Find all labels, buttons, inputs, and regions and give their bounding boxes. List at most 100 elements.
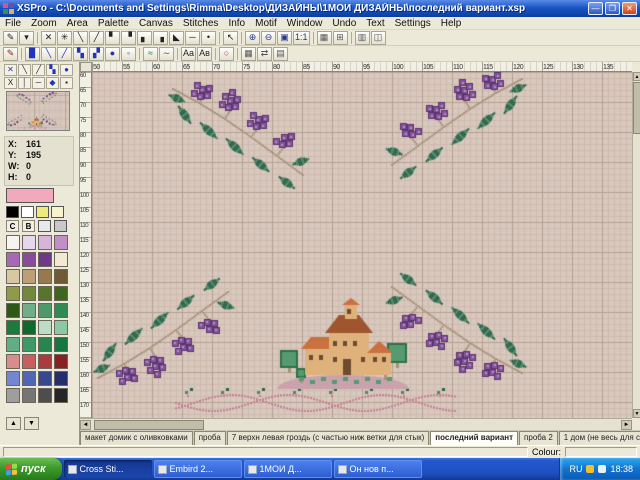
palette-color[interactable] [38,371,52,386]
mini-back-icon[interactable]: ─ [32,77,45,89]
thread-petite-icon[interactable]: ▞ [89,47,104,61]
scroll-up-icon[interactable]: ▲ [633,72,640,81]
palette-color[interactable] [6,235,20,250]
palette-color[interactable] [38,320,52,335]
taskbar-task[interactable]: 1МОИ Д... [244,460,332,478]
start-button[interactable]: пуск [0,458,62,480]
half-stitch-forward-icon[interactable]: ╱ [89,31,104,45]
thread-half-back-icon[interactable]: ╲ [41,47,56,61]
pattern-tab[interactable]: 1 дом (не весь для стыковки) [559,431,640,445]
mini-half-back-icon[interactable]: ╲ [18,64,31,76]
zoom-fit-icon[interactable]: ▣ [277,31,292,45]
palette-color[interactable] [54,303,68,318]
tray-shield-icon[interactable] [586,465,594,473]
quarter-stitch-bl-icon[interactable]: ▖ [137,31,152,45]
mini-cross-alt-icon[interactable]: Х [4,77,17,89]
menu-item-zoom[interactable]: Zoom [26,18,62,29]
backstitch-line-icon[interactable]: ≈ [143,47,158,61]
text-tool-cyrillic-icon[interactable]: Aв [197,47,212,61]
palette-color[interactable] [6,371,20,386]
quick-color-swatch[interactable] [6,206,19,218]
language-indicator[interactable]: RU [569,464,582,474]
menu-item-file[interactable]: File [0,18,26,29]
rulers-toggle-icon[interactable]: ⊞ [333,31,348,45]
palette-color[interactable] [54,252,68,267]
current-color-swatch[interactable] [6,188,54,203]
palette-color[interactable] [54,269,68,284]
blend-color-swatch[interactable] [54,220,67,232]
pattern-tab[interactable]: проба [194,431,226,445]
menu-item-stitches[interactable]: Stitches [178,18,224,29]
mini-long-vert-icon[interactable]: │ [18,77,31,89]
vertical-scroll-thumb[interactable] [633,82,640,134]
marker-tool-icon[interactable]: ✎ [3,47,18,61]
palette-color[interactable] [54,354,68,369]
taskbar-task[interactable]: Cross Sti... [64,460,152,478]
menu-item-help[interactable]: Help [436,18,467,29]
palette-color[interactable] [38,235,52,250]
quarter-stitch-tl-icon[interactable]: ▘ [105,31,120,45]
palette-color[interactable] [22,371,36,386]
menu-item-canvas[interactable]: Canvas [134,18,178,29]
menu-item-area[interactable]: Area [62,18,93,29]
taskbar-task[interactable]: Embird 2... [154,460,242,478]
double-cross-stitch-icon[interactable]: ✳ [57,31,72,45]
palette-color[interactable] [54,371,68,386]
palette-color[interactable] [54,388,68,403]
palette-color[interactable] [22,252,36,267]
vertical-scrollbar[interactable]: ▲ ▼ [632,72,640,418]
palette-color[interactable] [54,337,68,352]
palette-color[interactable] [22,354,36,369]
scroll-down-icon[interactable]: ▼ [633,409,640,418]
swap-colors-tool-icon[interactable]: ⇄ [257,47,272,61]
scroll-right-icon[interactable]: ► [621,420,632,430]
pencil-dropdown-icon[interactable]: ▾ [19,31,34,45]
palette-color[interactable] [38,286,52,301]
palette-color[interactable] [6,303,20,318]
grid-toggle-icon[interactable]: ▦ [317,31,332,45]
three-quarter-stitch-icon[interactable]: ◣ [169,31,184,45]
quick-color-swatch[interactable] [51,206,64,218]
quick-color-swatch[interactable] [21,206,34,218]
palette-color[interactable] [22,269,36,284]
pencil-tool-icon[interactable]: ✎ [3,31,18,45]
menu-item-text[interactable]: Text [361,18,389,29]
select-arrow-icon[interactable]: ↖ [223,31,238,45]
thread-half-forward-icon[interactable]: ╱ [57,47,72,61]
palette-scroll-down-icon[interactable]: ▼ [24,417,39,430]
palette-color[interactable] [6,354,20,369]
palette-color[interactable] [6,388,20,403]
menu-item-window[interactable]: Window [282,18,328,29]
column-button-c[interactable]: C [6,220,19,232]
palette-color[interactable] [6,320,20,335]
pattern-tab[interactable]: макет домик с оливковками [80,431,193,445]
text-tool-icon[interactable]: Aa [181,47,196,61]
mini-half-forward-icon[interactable]: ╱ [32,64,45,76]
palette-color[interactable] [54,235,68,250]
palette-color[interactable] [6,252,20,267]
thread-bead-icon[interactable]: ◦ [121,47,136,61]
palette-color[interactable] [38,388,52,403]
menu-item-settings[interactable]: Settings [390,18,436,29]
palette-grid-tool-icon[interactable]: ▦ [241,47,256,61]
palette-color[interactable] [22,388,36,403]
taskbar-task[interactable]: Он нов п... [334,460,422,478]
close-button[interactable]: ✕ [622,2,637,15]
palette-color[interactable] [38,269,52,284]
menu-item-motif[interactable]: Motif [250,18,282,29]
palette-color[interactable] [6,286,20,301]
mini-quarter-icon[interactable]: ▚ [46,64,59,76]
zoom-out-icon[interactable]: ⊖ [261,31,276,45]
copy-tool-icon[interactable]: ▥ [355,31,370,45]
palette-color[interactable] [6,269,20,284]
palette-color[interactable] [38,337,52,352]
full-cross-stitch-icon[interactable]: ✕ [41,31,56,45]
library-tool-icon[interactable]: ▤ [273,47,288,61]
mini-full-cross-icon[interactable]: ✕ [4,64,17,76]
palette-color[interactable] [22,320,36,335]
palette-color[interactable] [54,320,68,335]
scroll-left-icon[interactable]: ◄ [80,420,91,430]
pattern-tab[interactable]: 7 верхн левая гроздь (с частью ниж ветки… [227,431,430,445]
pattern-tab[interactable]: последний вариант [430,431,518,445]
palette-scroll-up-icon[interactable]: ▲ [6,417,21,430]
